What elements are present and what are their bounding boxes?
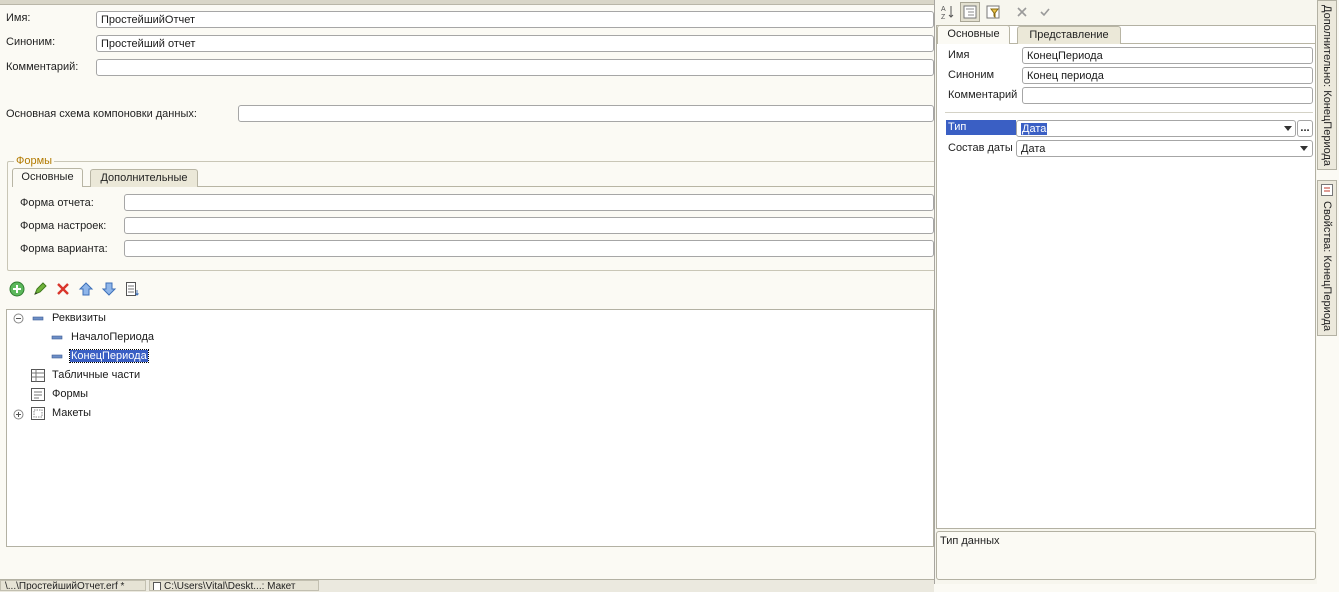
name-label: Имя: (6, 12, 31, 24)
name-field[interactable]: ПростейшийОтчет (96, 11, 934, 28)
tree-item-period-end[interactable]: КонецПериода (69, 349, 149, 363)
separator (945, 112, 1313, 113)
prop-comment-field[interactable] (1022, 87, 1313, 104)
confirm-icon[interactable] (1036, 3, 1054, 21)
prop-name-label: Имя (948, 49, 970, 61)
cancel-icon[interactable] (1013, 3, 1031, 21)
metadata-tree[interactable] (6, 309, 934, 547)
side-tab-extra[interactable]: Дополнительно: КонецПериода (1317, 0, 1337, 170)
prop-type-label: Тип (948, 121, 967, 133)
tree-item-attributes[interactable]: Реквизиты (52, 312, 106, 324)
svg-text:A: A (941, 6, 946, 13)
tree-item-table-parts[interactable]: Табличные части (52, 369, 140, 381)
prop-name-field[interactable]: КонецПериода (1022, 47, 1313, 64)
categorize-icon[interactable] (960, 2, 980, 22)
templates-icon (31, 407, 45, 423)
move-down-icon[interactable] (100, 280, 118, 298)
taskbar-item-template-label: C:\Users\Vital\Deskt...: Макет (164, 581, 296, 591)
collapse-icon[interactable] (13, 313, 24, 327)
schema-label: Основная схема компоновки данных: (6, 108, 197, 120)
tree-item-period-start[interactable]: НачалоПериода (71, 331, 154, 343)
report-form-label: Форма отчета: (20, 197, 94, 209)
window-top-strip (0, 0, 934, 5)
tab-props-main[interactable]: Основные (937, 25, 1010, 44)
taskbar-item-report[interactable]: \...\ПростейшийОтчет.erf * (0, 580, 146, 591)
variant-form-label: Форма варианта: (20, 243, 108, 255)
comment-label: Комментарий: (6, 61, 79, 73)
report-form-field[interactable] (124, 194, 934, 211)
schema-field[interactable] (238, 105, 934, 122)
attribute-icon (51, 352, 63, 364)
tab-props-presentation[interactable]: Представление (1017, 26, 1121, 44)
expand-icon[interactable] (13, 409, 24, 423)
prop-date-comp-field[interactable]: Дата (1016, 140, 1313, 157)
prop-date-comp-label: Состав даты (948, 142, 1013, 154)
prop-comment-label: Комментарий (948, 89, 1018, 101)
settings-form-field[interactable] (124, 217, 934, 234)
synonym-field[interactable]: Простейший отчет (96, 35, 934, 52)
table-parts-icon (31, 369, 45, 385)
sort-list-icon[interactable] (123, 280, 141, 298)
delete-icon[interactable] (54, 280, 72, 298)
forms-icon (31, 388, 45, 404)
prop-type-field[interactable]: Дата (1016, 120, 1296, 137)
filter-icon[interactable] (984, 3, 1002, 21)
prop-synonym-field[interactable]: Конец периода (1022, 67, 1313, 84)
forms-group-title: Формы (14, 155, 55, 167)
side-tab-properties-label: Свойства: КонецПериода (1321, 201, 1333, 332)
tree-item-templates[interactable]: Макеты (52, 407, 91, 419)
tab-forms-extra[interactable]: Дополнительные (90, 169, 198, 187)
type-dropdown-icon[interactable] (1281, 120, 1295, 137)
prop-synonym-label: Синоним (948, 69, 995, 81)
attribute-icon (51, 333, 63, 345)
property-description: Тип данных (940, 535, 1000, 547)
move-up-icon[interactable] (77, 280, 95, 298)
synonym-label: Синоним: (6, 36, 56, 48)
tree-item-forms[interactable]: Формы (52, 388, 88, 400)
edit-icon[interactable] (31, 280, 49, 298)
variant-form-field[interactable] (124, 240, 934, 257)
attribute-group-icon (32, 314, 44, 326)
date-comp-dropdown-icon[interactable] (1297, 140, 1311, 157)
prop-type-value: Дата (1021, 123, 1048, 135)
document-icon (153, 582, 161, 590)
side-tab-properties[interactable]: Свойства: КонецПериода (1317, 180, 1337, 336)
taskbar-item-template[interactable]: C:\Users\Vital\Deskt...: Макет (149, 580, 319, 591)
tab-forms-main[interactable]: Основные (12, 168, 83, 187)
settings-form-label: Форма настроек: (20, 220, 107, 232)
properties-icon (1321, 184, 1333, 199)
side-tab-extra-label: Дополнительно: КонецПериода (1321, 5, 1333, 166)
type-select-button[interactable]: ... (1297, 120, 1313, 137)
add-icon[interactable] (8, 280, 26, 298)
sort-alpha-icon[interactable]: AZ (939, 3, 957, 21)
svg-text:Z: Z (941, 14, 946, 21)
property-description-box: Тип данных (936, 531, 1316, 580)
comment-field[interactable] (96, 59, 934, 76)
